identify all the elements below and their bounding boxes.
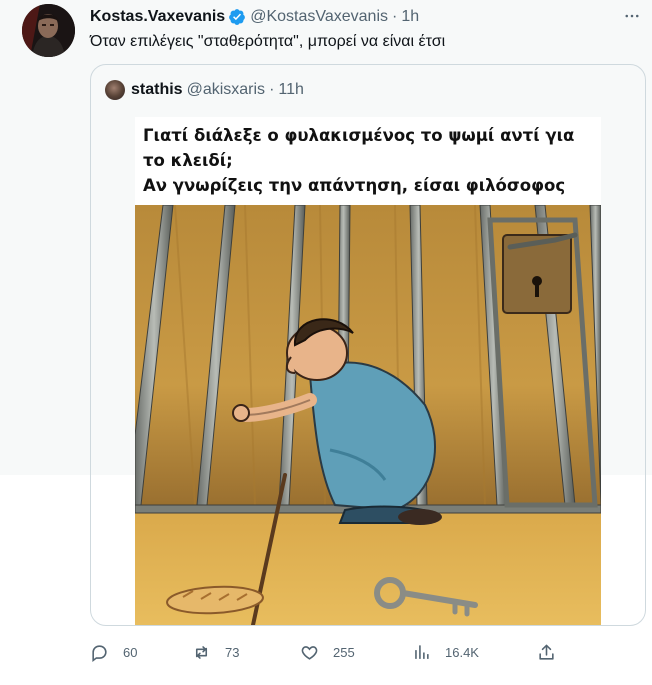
meme-caption-line: Αν γνωρίζεις την απάντηση, είσαι φιλόσοφ… [143,176,566,195]
quoted-tweet[interactable]: stathis @akisxaris · 11h Γιατί διάλεξε ο… [90,64,646,626]
quoted-author-avatar [105,80,125,100]
meme-caption: Γιατί διάλεξε ο φυλακισμένος το ψωμί αντ… [135,117,601,205]
meme-caption-line: το κλειδί; [143,151,233,170]
tweet-time[interactable]: 1h [401,8,419,26]
meme-caption-line: Γιατί διάλεξε ο φυλακισμένος το ψωμί αντ… [143,126,575,145]
reply-icon [92,644,107,662]
verified-badge-icon [228,8,246,26]
tweet[interactable]: Kostas.Vaxevanis @KostasVaxevanis · 1h Ό… [0,0,652,685]
views-icon [415,644,429,659]
author-name[interactable]: Kostas.Vaxevanis [90,8,225,26]
share-button[interactable] [537,640,570,664]
author-avatar[interactable] [22,4,75,57]
retweet-button[interactable]: 73 [192,640,239,664]
views-button[interactable]: 16.4K [412,640,479,664]
reply-button[interactable]: 60 [90,640,137,664]
quoted-header-separator: · [269,81,275,98]
like-count: 255 [333,644,355,660]
tweet-text: Όταν επιλέγεις "σταθερότητα", μπορεί να … [90,33,446,50]
like-button[interactable]: 255 [300,640,355,664]
quoted-image[interactable]: Γιατί διάλεξε ο φυλακισμένος το ψωμί αντ… [134,117,602,625]
quoted-author-name: stathis [131,81,183,98]
header-separator: · [392,8,398,25]
share-icon [539,644,554,660]
prison-cartoon [134,204,602,625]
quoted-tweet-time: 11h [278,81,304,98]
more-icon[interactable] [620,6,644,26]
retweet-count: 73 [225,644,240,660]
like-icon [301,645,318,660]
views-count: 16.4K [445,644,479,660]
quoted-tweet-header: stathis @akisxaris · 11h [105,79,304,101]
tweet-actions: 60 73 255 16.4K [90,640,570,664]
retweet-icon [195,645,208,659]
quoted-author-handle: @akisxaris [186,81,266,98]
tweet-header: Kostas.Vaxevanis @KostasVaxevanis · 1h [90,6,632,28]
author-handle[interactable]: @KostasVaxevanis [250,8,388,26]
reply-count: 60 [123,644,138,660]
